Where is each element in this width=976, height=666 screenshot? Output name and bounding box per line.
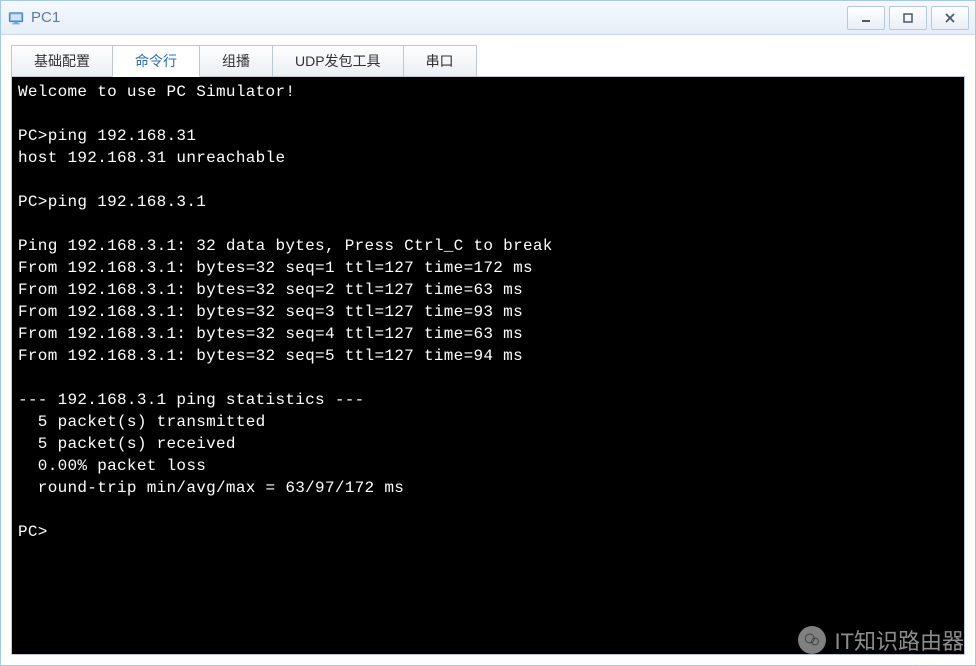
app-window: PC1 基础配置 命令行 组播 UDP发包工具 串口 Welcome to us… <box>0 0 976 666</box>
tab-basic-config[interactable]: 基础配置 <box>11 45 113 77</box>
minimize-button[interactable] <box>847 6 885 30</box>
terminal-output[interactable]: Welcome to use PC Simulator! PC>ping 192… <box>11 76 965 655</box>
tab-udp-tool[interactable]: UDP发包工具 <box>272 45 404 77</box>
window-title: PC1 <box>31 9 847 26</box>
close-button[interactable] <box>931 6 969 30</box>
tab-serial[interactable]: 串口 <box>403 45 477 77</box>
window-controls <box>847 6 969 30</box>
content-area: 基础配置 命令行 组播 UDP发包工具 串口 Welcome to use PC… <box>1 35 975 665</box>
tab-command-line[interactable]: 命令行 <box>112 45 200 77</box>
app-icon <box>7 9 25 27</box>
tab-multicast[interactable]: 组播 <box>199 45 273 77</box>
titlebar: PC1 <box>1 1 975 35</box>
tab-bar: 基础配置 命令行 组播 UDP发包工具 串口 <box>11 45 965 77</box>
maximize-button[interactable] <box>889 6 927 30</box>
